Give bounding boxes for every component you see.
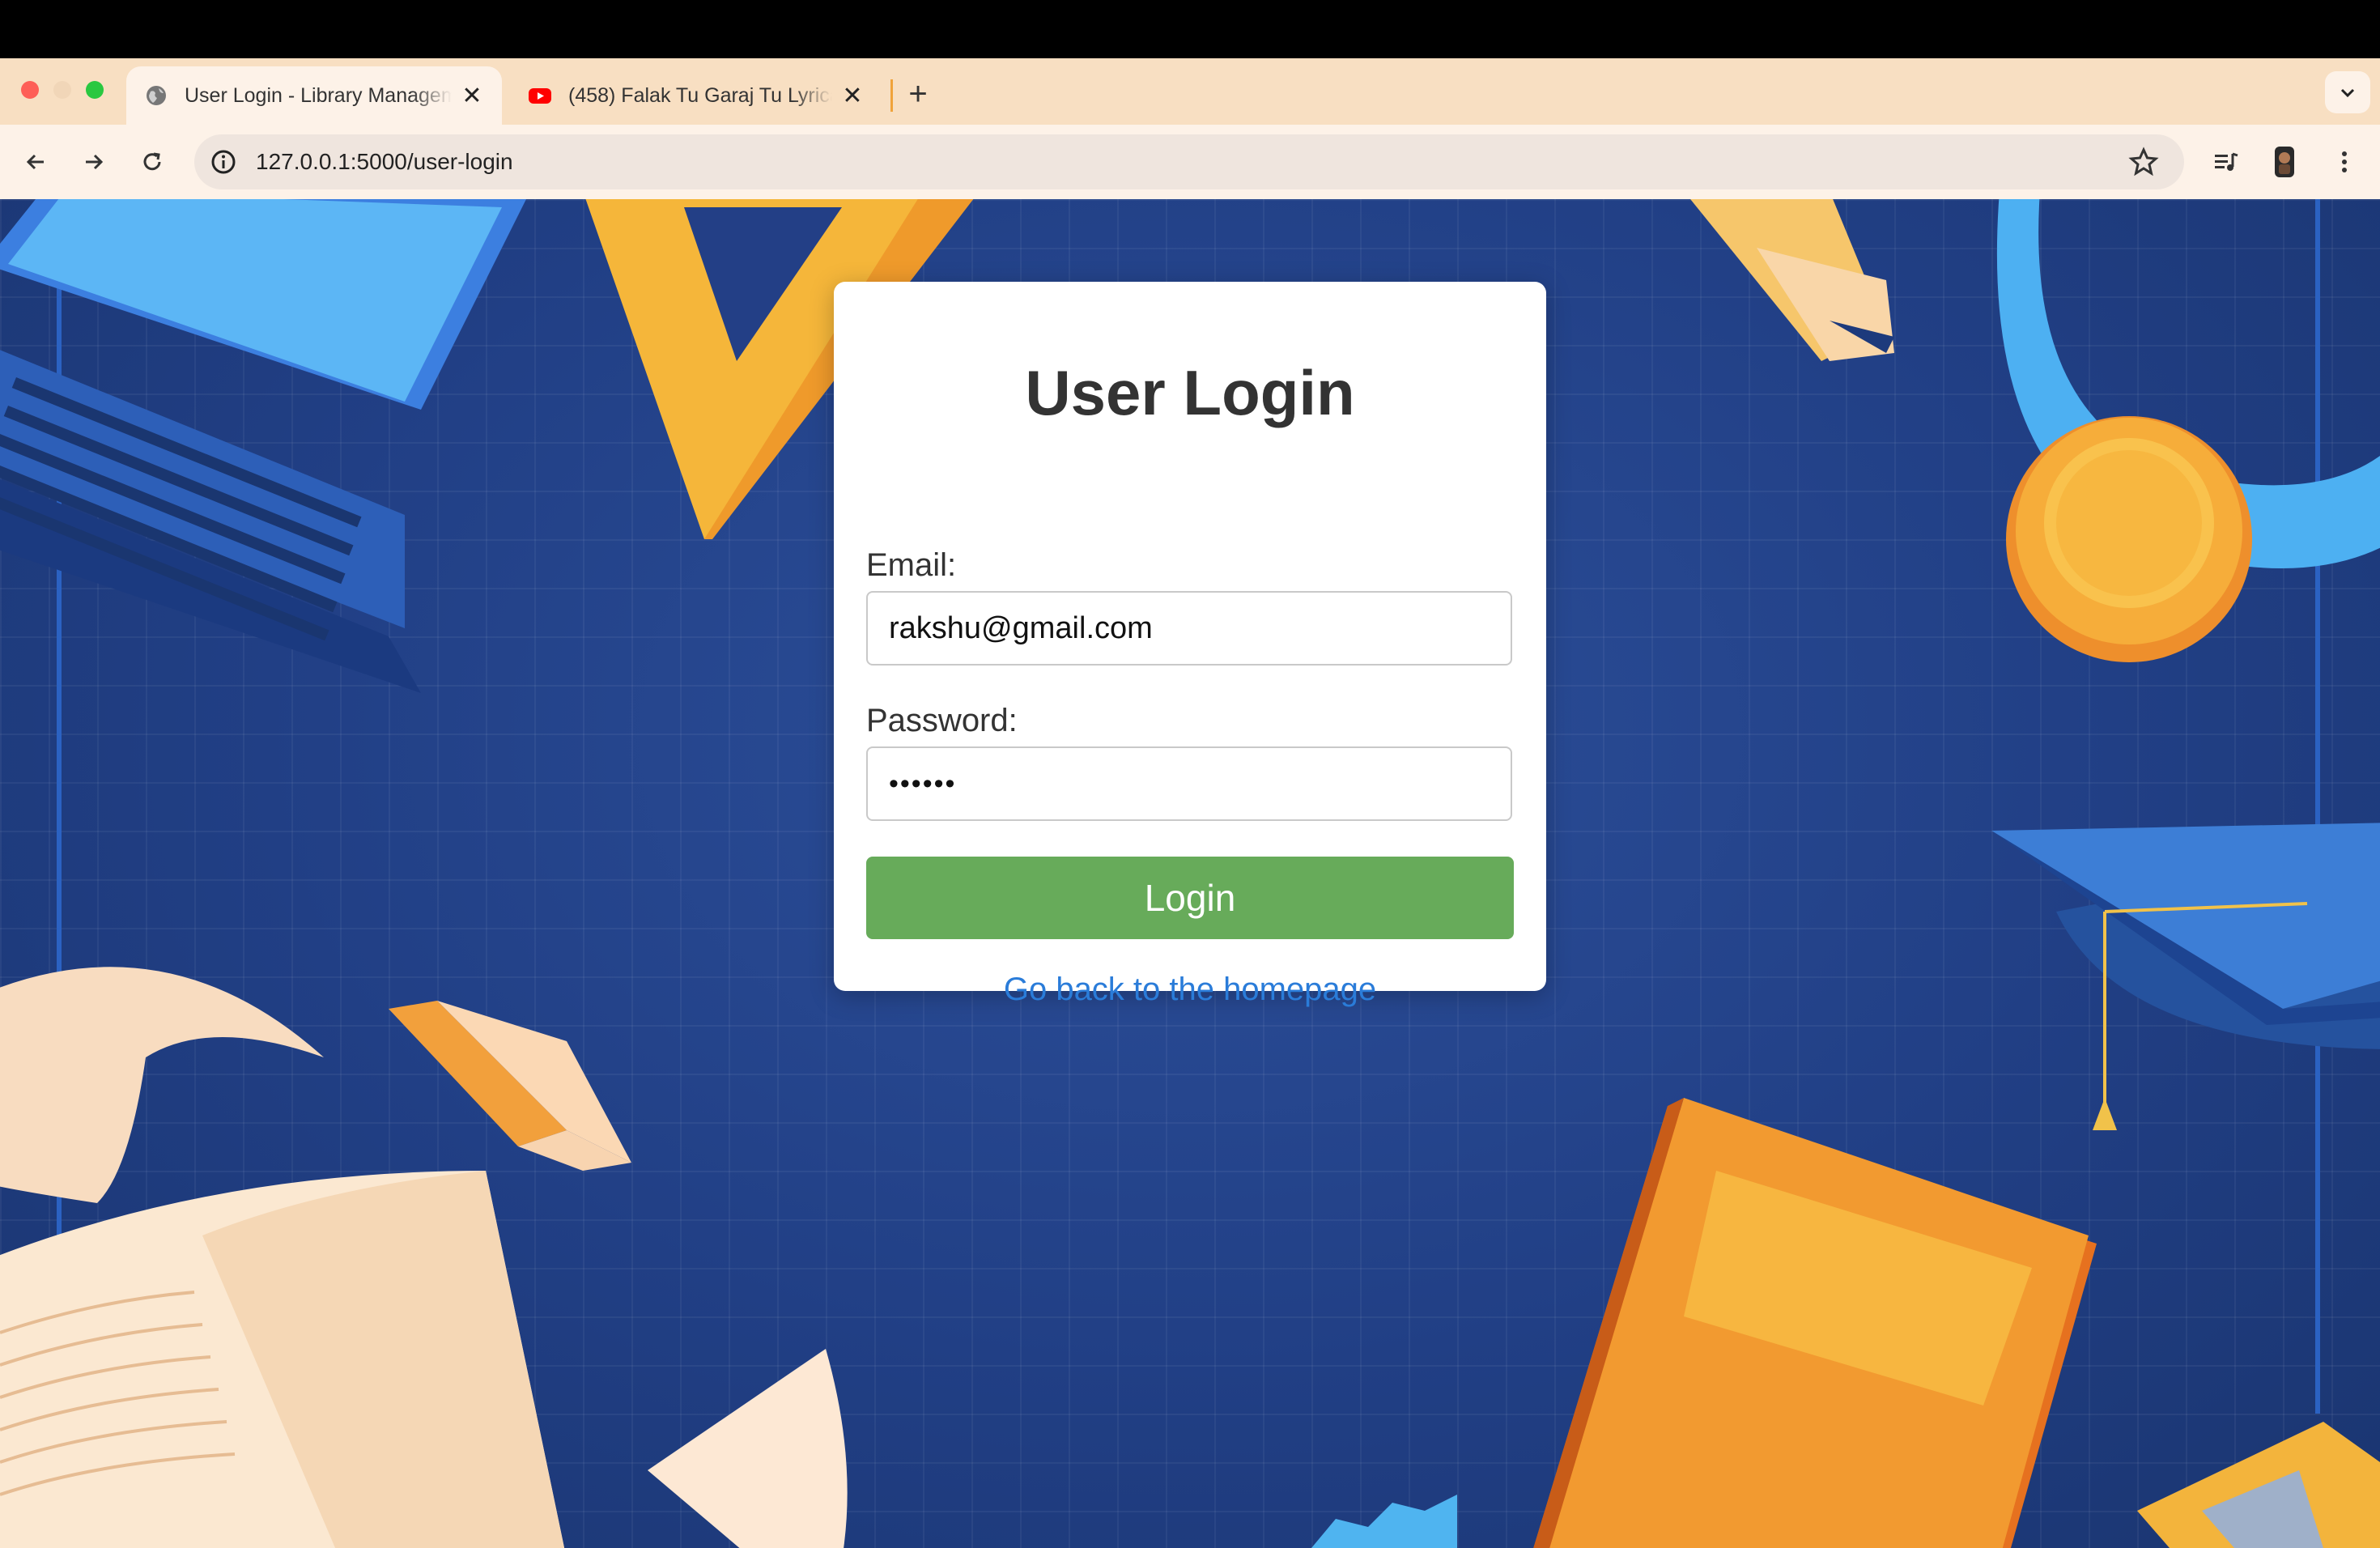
screen-top-bar: [0, 0, 2380, 58]
homepage-link[interactable]: Go back to the homepage: [834, 972, 1546, 1008]
page-background: User Login Email: rakshu@gmail.com Passw…: [0, 199, 2380, 1548]
minimize-window-button[interactable]: [53, 81, 71, 99]
login-card: User Login Email: rakshu@gmail.com Passw…: [834, 282, 1546, 1007]
login-button[interactable]: Login: [866, 857, 1514, 939]
browser-menu-button[interactable]: [2323, 141, 2365, 183]
paper-piece-icon: [648, 1349, 848, 1548]
maximize-window-button[interactable]: [86, 81, 104, 99]
more-vertical-icon: [2342, 151, 2347, 172]
profile-avatar[interactable]: [2263, 141, 2306, 183]
paper-page-icon: [0, 967, 324, 1203]
chevron-down-icon: [2340, 88, 2355, 98]
bookmark-star-icon[interactable]: [2127, 146, 2160, 178]
password-field[interactable]: ••••••: [866, 746, 1512, 821]
open-book-icon: [0, 1171, 565, 1548]
graduation-cap-icon: [1991, 823, 2380, 1130]
back-button[interactable]: [16, 142, 55, 181]
youtube-icon: [529, 88, 551, 104]
new-tab-button[interactable]: +: [902, 71, 934, 117]
url-text: 127.0.0.1:5000/user-login: [256, 149, 513, 174]
back-arrow-icon: [26, 154, 44, 170]
tab-user-login[interactable]: User Login - Library Management ✕: [126, 66, 502, 125]
close-tab-icon[interactable]: ✕: [840, 82, 865, 110]
tab-youtube[interactable]: (458) Falak Tu Garaj Tu Lyrical ✕: [510, 66, 882, 125]
medal-icon: [1996, 199, 2380, 662]
playlist-icon: [2215, 152, 2238, 171]
eraser-icon: [389, 1001, 631, 1171]
close-tab-icon[interactable]: ✕: [460, 82, 484, 110]
reload-button[interactable]: [133, 142, 172, 181]
tab-search-button[interactable]: [2325, 71, 2370, 113]
page-title: User Login: [1025, 357, 1355, 428]
site-info-icon[interactable]: [207, 146, 240, 178]
media-controls-button[interactable]: [2205, 141, 2247, 183]
tab-separator: [890, 79, 893, 112]
tab-title: (458) Falak Tu Garaj Tu Lyrical: [568, 83, 832, 107]
avatar-icon: [2275, 147, 2294, 177]
tab-title: User Login - Library Management: [185, 83, 452, 107]
email-label: Email:: [866, 547, 957, 583]
close-window-button[interactable]: [21, 81, 39, 99]
forward-button[interactable]: [74, 142, 113, 181]
torn-paper-icon: [1311, 1495, 1457, 1548]
pencil-icon: [1690, 199, 1894, 361]
address-bar[interactable]: 127.0.0.1:5000/user-login: [194, 134, 2184, 189]
browser-toolbar: 127.0.0.1:5000/user-login: [0, 125, 2380, 199]
accent-line-icon: [2315, 199, 2320, 1414]
email-field[interactable]: rakshu@gmail.com: [866, 591, 1512, 666]
globe-icon: [147, 86, 166, 105]
forward-arrow-icon: [86, 154, 104, 170]
password-label: Password:: [866, 703, 1018, 738]
closed-book-icon: [1533, 1098, 2097, 1548]
tab-strip: User Login - Library Management ✕ (458) …: [0, 58, 2380, 125]
reload-icon: [143, 152, 161, 171]
laptop-icon: [0, 199, 526, 693]
